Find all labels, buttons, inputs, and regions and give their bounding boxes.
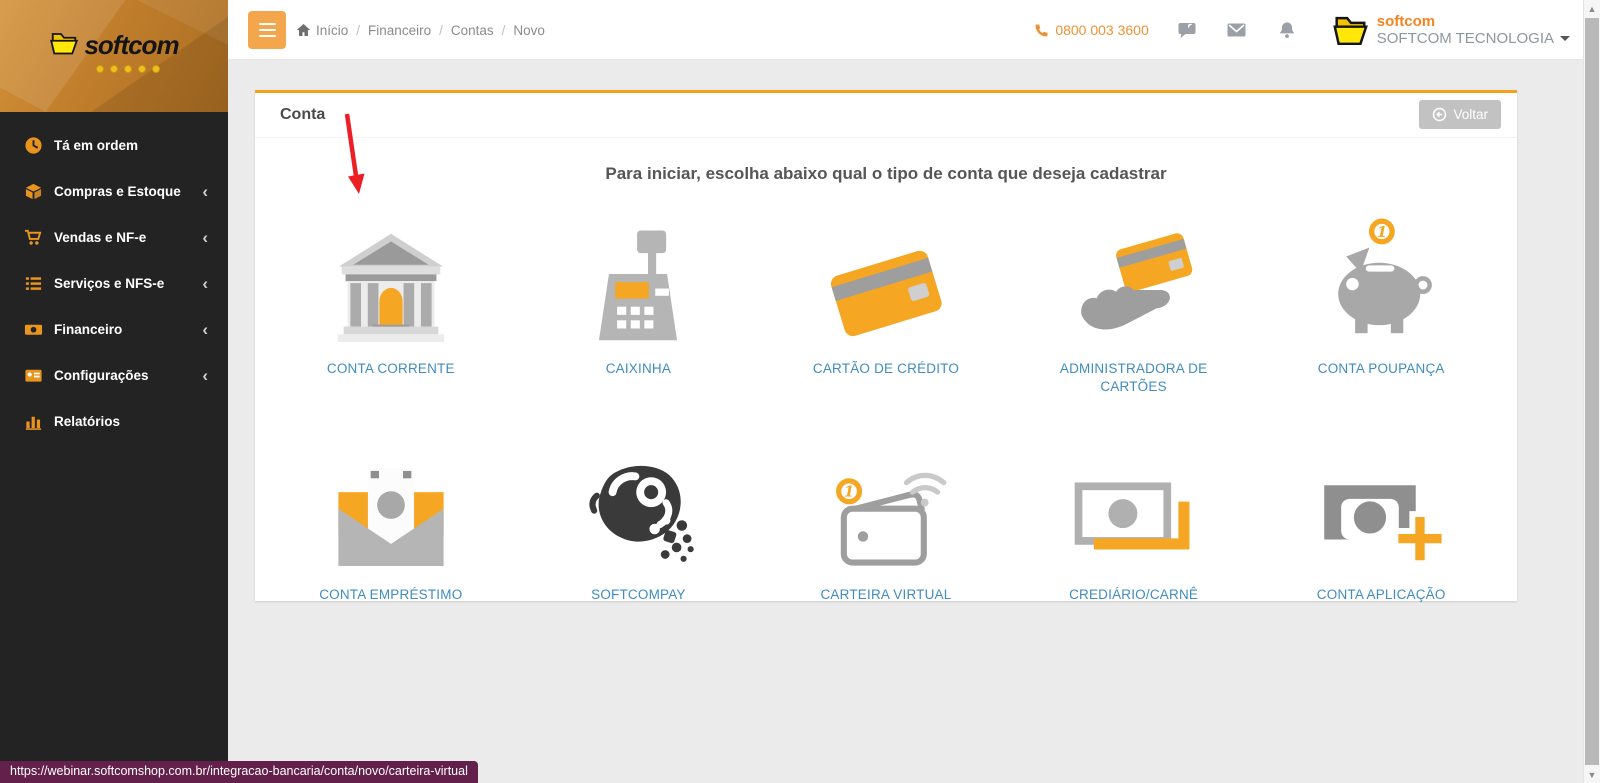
tile-conta-aplicacao[interactable]: CONTA APLICAÇÃO <box>1257 430 1505 604</box>
breadcrumb: Início / Financeiro / Contas / Novo <box>296 0 545 60</box>
softcompay-logo-icon <box>581 430 695 570</box>
account-type-grid: CONTA CORRENTE <box>255 192 1517 605</box>
logo-dots <box>96 65 160 73</box>
tile-administradora-de-cartoes[interactable]: ADMINISTRADORA DE CARTÕES <box>1010 204 1258 396</box>
svg-text:1: 1 <box>844 484 854 501</box>
chat-icon <box>1176 20 1198 40</box>
bar-chart-icon <box>24 412 43 431</box>
clock-icon <box>24 136 43 155</box>
caret-down-icon <box>1560 36 1570 41</box>
tile-conta-emprestimo[interactable]: CONTA EMPRÉSTIMO <box>267 430 515 604</box>
home-icon <box>296 23 311 37</box>
sidebar-item-relatorios[interactable]: Relatórios <box>0 398 228 444</box>
tile-caixinha[interactable]: CAIXINHA <box>515 204 763 396</box>
scrollbar-thumb[interactable] <box>1585 18 1599 765</box>
svg-text:1: 1 <box>1377 223 1388 241</box>
chevron-left-icon: ‹ <box>202 275 208 292</box>
chevron-left-icon: ‹ <box>202 183 208 200</box>
box-icon <box>24 182 43 201</box>
panel-title: Conta <box>280 106 325 124</box>
tile-carteira-virtual[interactable]: 1 CARTEIRA VIRTUAL <box>762 430 1010 604</box>
chevron-left-icon: ‹ <box>202 229 208 246</box>
cash-register-icon <box>579 204 697 344</box>
money-icon <box>24 320 43 339</box>
bank-icon <box>333 204 449 344</box>
account-name: softcom <box>1377 13 1570 30</box>
breadcrumb-contas[interactable]: Contas <box>451 23 494 38</box>
mail-icon <box>1226 21 1247 39</box>
sidebar-item-financeiro[interactable]: Financeiro ‹ <box>0 306 228 352</box>
sidebar-item-ta-em-ordem[interactable]: Tá em ordem <box>0 122 228 168</box>
sidebar: softcom Tá em ordem Compras e Estoque ‹ <box>0 0 228 783</box>
main-content: Conta Voltar Para iniciar, escolha abaix… <box>228 60 1600 783</box>
tile-softcompay[interactable]: SOFTCOMPAY <box>515 430 763 604</box>
account-menu[interactable]: softcom SOFTCOM TECNOLOGIA <box>1331 13 1570 48</box>
piggy-bank-icon: 1 <box>1323 204 1439 344</box>
breadcrumb-financeiro[interactable]: Financeiro <box>368 23 431 38</box>
messages-button[interactable] <box>1225 18 1249 42</box>
status-url-tooltip: https://webinar.softcomshop.com.br/integ… <box>0 761 478 783</box>
support-phone[interactable]: 0800 003 3600 <box>1034 22 1148 38</box>
account-company: SOFTCOM TECNOLOGIA <box>1377 30 1554 47</box>
softcom-folder-icon <box>49 30 79 61</box>
topbar: Início / Financeiro / Contas / Novo 0800… <box>228 0 1600 60</box>
wallet-wifi-icon: 1 <box>823 430 949 570</box>
breadcrumb-home[interactable]: Início <box>296 23 348 38</box>
sidebar-menu: Tá em ordem Compras e Estoque ‹ Vendas e… <box>0 112 228 444</box>
softcom-folder-icon <box>1331 13 1369 48</box>
breadcrumb-current: Novo <box>513 23 545 38</box>
cart-icon <box>24 228 43 247</box>
sidebar-logo-text: softcom <box>84 30 178 61</box>
sidebar-item-vendas-e-nfe[interactable]: Vendas e NF-e ‹ <box>0 214 228 260</box>
sidebar-item-compras-e-estoque[interactable]: Compras e Estoque ‹ <box>0 168 228 214</box>
tile-crediario-carne[interactable]: CREDIÁRIO/CARNÊ <box>1010 430 1258 604</box>
chat-button[interactable] <box>1175 18 1199 42</box>
conta-panel: Conta Voltar Para iniciar, escolha abaix… <box>255 90 1517 601</box>
banknote-outline-icon <box>1070 430 1198 570</box>
sidebar-item-servicos-e-nfse[interactable]: Serviços e NFS-e ‹ <box>0 260 228 306</box>
chevron-left-icon: ‹ <box>202 321 208 338</box>
scroll-up-icon[interactable]: ▲ <box>1584 0 1600 17</box>
phone-icon <box>1034 23 1049 38</box>
tile-conta-poupanca[interactable]: 1 CONTA POUPANÇA <box>1257 204 1505 396</box>
back-button[interactable]: Voltar <box>1419 100 1501 129</box>
intro-text: Para iniciar, escolha abaixo qual o tipo… <box>265 164 1507 184</box>
tile-conta-corrente[interactable]: CONTA CORRENTE <box>267 204 515 396</box>
sidebar-logo-area[interactable]: softcom <box>0 0 228 112</box>
card-icon <box>24 366 43 385</box>
sidebar-item-configuracoes[interactable]: Configurações ‹ <box>0 352 228 398</box>
banknote-plus-icon <box>1317 430 1445 570</box>
notifications-button[interactable] <box>1275 18 1299 42</box>
sidebar-toggle-button[interactable] <box>248 11 286 49</box>
credit-card-icon <box>824 204 948 344</box>
chevron-left-icon: ‹ <box>202 367 208 384</box>
bell-icon <box>1278 20 1296 40</box>
support-phone-number: 0800 003 3600 <box>1055 22 1148 38</box>
scroll-down-icon[interactable]: ▼ <box>1584 766 1600 783</box>
hand-card-icon <box>1072 204 1196 344</box>
tile-cartao-de-credito[interactable]: CARTÃO DE CRÉDITO <box>762 204 1010 396</box>
circle-arrow-left-icon <box>1432 107 1447 122</box>
list-icon <box>24 274 43 293</box>
vertical-scrollbar[interactable]: ▲ ▼ <box>1583 0 1600 783</box>
money-envelope-icon <box>331 430 451 570</box>
